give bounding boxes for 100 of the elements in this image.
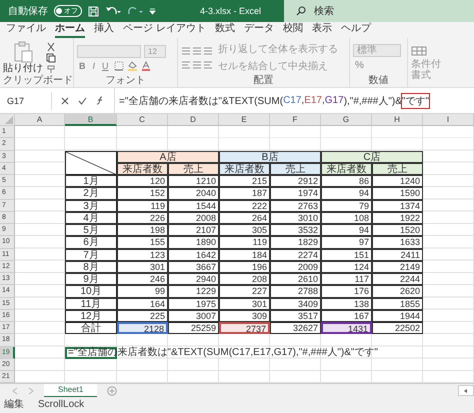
insert-function-icon[interactable] [96,96,105,105]
table-cell: 1210 [168,175,219,188]
status-text: ScrollLock [38,399,84,412]
table-cell: 227 [219,285,270,298]
redo-icon[interactable] [127,6,143,16]
table-cell: 3007 [168,310,219,322]
ribbon-tab[interactable]: データ [244,22,274,38]
table-cell: 123 [117,248,168,261]
sheet-tab[interactable]: Sheet1 [44,384,98,398]
table-cell: 3010 [270,212,321,224]
month-cell: 8月 [65,260,117,273]
column-header-cell: 来店者数 [117,162,168,175]
table-cell: 187 [219,187,270,200]
month-cell: 9月 [65,273,117,286]
table-cell: 305 [219,224,270,236]
ribbon-tab[interactable]: ページ レイアウト [123,22,206,38]
column-header[interactable]: A [15,114,65,126]
status-text: 編集 [4,399,24,412]
column-header[interactable]: F [270,114,321,126]
table-cell: 3517 [270,310,321,322]
search-field[interactable]: 検索 [284,0,474,22]
scroll-arrow-icon[interactable] [463,388,469,394]
month-cell: 11月 [65,298,117,310]
ribbon-tab[interactable]: 挿入 [94,22,114,38]
table-cell: 215 [219,175,270,188]
autosave-label: 自動保存 [8,5,48,18]
customize-caret-icon[interactable] [149,8,156,14]
total-cell: 22502 [372,322,423,334]
ribbon-tab[interactable]: ファイル [6,22,46,38]
checkmark-icon[interactable] [78,96,87,104]
cancel-icon[interactable] [61,96,69,104]
conditional-format-icon[interactable] [411,46,427,56]
add-sheet-icon[interactable] [107,386,118,396]
group-label: 配置 [252,75,274,87]
name-box[interactable]: G17 [3,92,52,110]
paste-label[interactable]: 貼り付け [3,63,43,74]
table-cell: 196 [219,260,270,273]
month-cell: 4月 [65,212,117,224]
table-cell: 1374 [372,200,423,212]
ribbon-tab[interactable]: 表示 [312,22,332,38]
table-cell: 2763 [270,200,321,212]
cut-icon[interactable] [46,42,56,52]
table-cell: 94 [321,224,372,236]
table-cell: 1633 [372,236,423,248]
table-cell: 2620 [372,285,423,298]
table-cell: 1590 [372,187,423,200]
group-label: 数値 [368,75,390,87]
table-cell: 2244 [372,273,423,286]
font-color-icon[interactable] [140,60,151,70]
table-cell: 264 [219,212,270,224]
copy-icon[interactable] [46,52,58,62]
ribbon-tab[interactable]: 校閲 [282,22,303,38]
scroll-right-icon[interactable] [28,386,34,395]
table-cell: 2610 [270,273,321,286]
table-cell: 184 [219,248,270,261]
column-header[interactable]: I [423,114,474,126]
column-header[interactable]: B [65,114,117,126]
column-header-cell: 売上 [270,162,321,175]
borders-icon[interactable] [114,60,124,70]
table-cell: 2040 [168,187,219,200]
column-header[interactable]: G [321,114,372,126]
month-cell: 10月 [65,285,117,298]
table-cell: 1240 [372,175,423,188]
table-cell: 94 [321,187,372,200]
format-painter-icon[interactable] [46,64,56,74]
column-header[interactable]: D [168,114,219,126]
column-header[interactable]: C [117,114,168,126]
month-cell: 3月 [65,200,117,212]
save-icon[interactable] [88,6,99,16]
table-cell: 1642 [168,248,219,261]
table-cell: 198 [117,224,168,236]
total-cell: 1431 [321,322,372,334]
paste-icon[interactable] [13,41,33,63]
search-icon [296,6,306,16]
table-cell: 2107 [168,224,219,236]
alignment-icons[interactable] [181,44,215,70]
table-cell: 124 [321,260,372,273]
scroll-left-icon[interactable] [12,386,18,395]
horizontal-scrollbar[interactable] [458,385,474,396]
column-header[interactable]: E [219,114,270,126]
table-cell: 226 [117,212,168,224]
undo-icon[interactable] [105,6,121,16]
table-cell: 1520 [372,224,423,236]
table-cell: 176 [321,285,372,298]
column-header[interactable]: H [372,114,423,126]
table-cell: 3409 [270,298,321,310]
month-cell: 6月 [65,236,117,248]
table-cell: 79 [321,200,372,212]
ribbon-tab[interactable]: 数式 [214,22,235,38]
fill-color-icon[interactable] [126,60,138,70]
table-cell: 1944 [372,310,423,322]
table-cell: 117 [321,273,372,286]
table-cell: 167 [321,310,372,322]
total-cell: 2737 [219,322,270,334]
table-cell: 120 [117,175,168,188]
table-cell: 86 [321,175,372,188]
month-cell: 12月 [65,310,117,322]
formula-field[interactable]: ="全店舗の来店者数は"&TEXT(SUM(C17,E17,G17),"#,###人")&"です" [114,88,474,113]
ribbon-tab[interactable]: ヘルプ [340,22,371,38]
font-name-field[interactable] [77,44,141,58]
